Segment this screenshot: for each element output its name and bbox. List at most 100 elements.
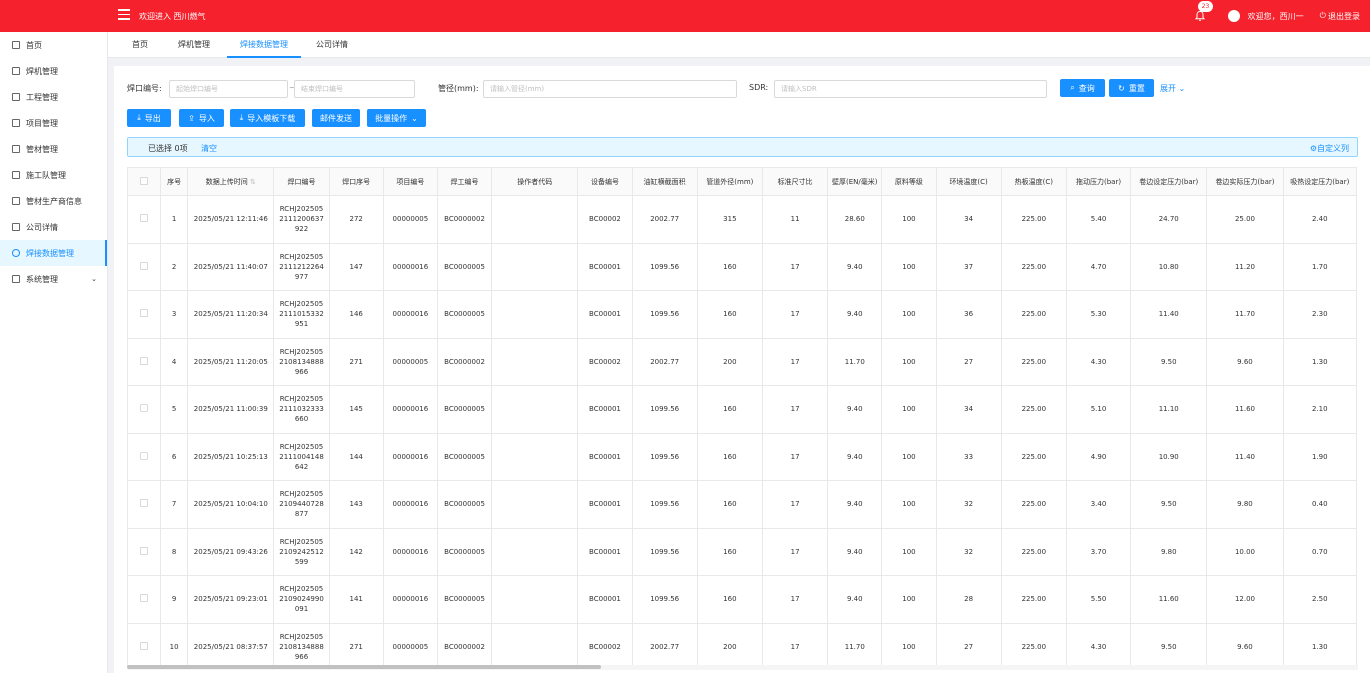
table-cell: 10.00 bbox=[1206, 527, 1284, 576]
table-cell: 146 bbox=[328, 290, 384, 339]
weld-no-end-input[interactable]: 结束焊口编号 bbox=[294, 80, 415, 98]
table-cell: 17 bbox=[761, 242, 829, 291]
table-row[interactable]: 10 2025/05/21 08:37:57 RCHJ202505210813488… bbox=[127, 622, 1358, 665]
table-cell: 27 bbox=[935, 337, 1002, 386]
sidebar-item-teams[interactable]: 施工队管理 bbox=[0, 162, 107, 188]
table-row[interactable]: 6 2025/05/21 10:25:13 RCHJ2025052111004148… bbox=[127, 432, 1358, 481]
notification-bell-icon[interactable]: 23 bbox=[1194, 1, 1214, 22]
table-row[interactable]: 2 2025/05/21 11:40:07 RCHJ2025052111212264… bbox=[127, 242, 1358, 291]
tab-welders[interactable]: 焊机管理 bbox=[178, 32, 210, 58]
table-cell: 11.60 bbox=[1130, 575, 1208, 624]
table-cell: 00000005 bbox=[382, 622, 438, 665]
table-row[interactable]: 7 2025/05/21 10:04:10 RCHJ2025052109440728… bbox=[127, 480, 1358, 529]
table-cell: RCHJ2025052111212264977 bbox=[273, 242, 330, 291]
table-cell: 9 bbox=[160, 575, 189, 624]
sidebar-item-manufacturers[interactable]: 管材生产商信息 bbox=[0, 188, 107, 214]
checkbox[interactable] bbox=[140, 176, 149, 185]
checkbox[interactable] bbox=[140, 499, 149, 508]
welder-icon bbox=[12, 67, 20, 75]
column-header-label: 油缸横截面积 bbox=[643, 177, 686, 186]
sidebar-item-home[interactable]: 首页 bbox=[0, 32, 107, 58]
menu-toggle-icon[interactable] bbox=[118, 9, 130, 21]
table-row[interactable]: 5 2025/05/21 11:00:39 RCHJ2025052111032333… bbox=[127, 385, 1358, 434]
sidebar-item-system[interactable]: 系统管理 ⌄ bbox=[0, 266, 107, 292]
table-cell: 5.30 bbox=[1065, 290, 1132, 339]
checkbox[interactable] bbox=[140, 594, 149, 603]
sidebar-item-weld-data[interactable]: 焊接数据管理 bbox=[0, 240, 107, 266]
query-button[interactable]: ⌕ 查询 bbox=[1060, 79, 1105, 97]
table-cell: BC0000005 bbox=[436, 575, 493, 624]
shield-icon bbox=[12, 197, 20, 205]
checkbox[interactable] bbox=[140, 451, 149, 460]
table-cell: 225.00 bbox=[1000, 575, 1067, 624]
weld-no-start-input[interactable]: 起始焊口编号 bbox=[169, 80, 288, 98]
select-all-checkbox-cell[interactable] bbox=[127, 167, 162, 196]
expand-link[interactable]: 展开 ⌄ bbox=[1160, 83, 1185, 94]
table-cell: 12.00 bbox=[1206, 575, 1284, 624]
table-cell bbox=[491, 242, 579, 291]
logout-button[interactable]: ⏻ 退出登录 bbox=[1320, 11, 1360, 22]
table-cell: 5 bbox=[160, 385, 189, 434]
table-cell bbox=[491, 622, 579, 665]
table-cell: 9.50 bbox=[1130, 622, 1208, 665]
table-row[interactable]: 1 2025/05/21 12:11:46 RCHJ2025052111200637… bbox=[127, 195, 1358, 244]
template-download-button[interactable]: ⤓ 导入模板下载 bbox=[230, 109, 305, 127]
avatar[interactable] bbox=[1227, 10, 1240, 22]
table-row[interactable]: 8 2025/05/21 09:43:26 RCHJ2025052109242512… bbox=[127, 527, 1358, 576]
column-header: 管道外径(mm) bbox=[696, 167, 763, 196]
sidebar-item-pipes[interactable]: 管材管理 bbox=[0, 136, 107, 162]
sidebar-item-welders[interactable]: 焊机管理 bbox=[0, 58, 107, 84]
checkbox[interactable] bbox=[140, 261, 149, 270]
row-checkbox-cell[interactable] bbox=[127, 432, 162, 481]
checkbox[interactable] bbox=[140, 546, 149, 555]
sidebar-item-projects[interactable]: 项目管理 bbox=[0, 110, 107, 136]
custom-columns-link[interactable]: ⚙自定义列 bbox=[1310, 143, 1349, 154]
row-checkbox-cell[interactable] bbox=[127, 337, 162, 386]
tab-weld-data[interactable]: 焊接数据管理 bbox=[227, 32, 301, 58]
clear-selection-link[interactable]: 清空 bbox=[201, 143, 217, 154]
table-cell: BC0000005 bbox=[436, 385, 493, 434]
row-checkbox-cell[interactable] bbox=[127, 622, 162, 665]
table-cell: 34 bbox=[935, 195, 1002, 244]
column-header-label: 焊工编号 bbox=[450, 177, 479, 186]
column-header-label: 拖动压力(bar) bbox=[1075, 177, 1122, 186]
reset-button[interactable]: ↻ 重置 bbox=[1109, 79, 1154, 97]
sdr-input[interactable]: 请输入SDR bbox=[774, 80, 1047, 98]
checkbox[interactable] bbox=[140, 214, 149, 223]
tab-company[interactable]: 公司详情 bbox=[316, 32, 348, 58]
import-button[interactable]: ⇪ 导入 bbox=[179, 109, 224, 127]
checkbox[interactable] bbox=[140, 404, 149, 413]
checkbox[interactable] bbox=[140, 309, 149, 318]
row-checkbox-cell[interactable] bbox=[127, 575, 162, 624]
checkbox[interactable] bbox=[140, 641, 149, 650]
row-checkbox-cell[interactable] bbox=[127, 290, 162, 339]
tab-home[interactable]: 首页 bbox=[132, 32, 148, 58]
row-checkbox-cell[interactable] bbox=[127, 385, 162, 434]
batch-operation-button[interactable]: 批量操作 ⌄ bbox=[367, 109, 426, 127]
checkbox[interactable] bbox=[140, 356, 149, 365]
table-row[interactable]: 4 2025/05/21 11:20:05 RCHJ2025052108134888… bbox=[127, 337, 1358, 386]
sidebar-item-engineering[interactable]: 工程管理 bbox=[0, 84, 107, 110]
sort-icon[interactable]: ⇅ bbox=[248, 178, 256, 186]
column-header[interactable]: 数据上传时间 ⇅ bbox=[187, 167, 275, 196]
export-button[interactable]: ⤓ 导出 bbox=[127, 109, 171, 127]
table-cell: 200 bbox=[696, 622, 763, 665]
table-row[interactable]: 9 2025/05/21 09:23:01 RCHJ2025052109024990… bbox=[127, 575, 1358, 624]
horizontal-scrollbar[interactable] bbox=[127, 665, 1358, 670]
column-header-label: 标准尺寸比 bbox=[777, 177, 813, 186]
email-send-button[interactable]: 邮件发送 bbox=[312, 109, 360, 127]
table-cell: 17 bbox=[761, 575, 829, 624]
row-checkbox-cell[interactable] bbox=[127, 527, 162, 576]
row-checkbox-cell[interactable] bbox=[127, 195, 162, 244]
row-checkbox-cell[interactable] bbox=[127, 480, 162, 529]
diameter-input[interactable]: 请输入管径(mm) bbox=[483, 80, 737, 98]
sidebar-item-company[interactable]: 公司详情 bbox=[0, 214, 107, 240]
table-row[interactable]: 3 2025/05/21 11:20:34 RCHJ2025052111015332… bbox=[127, 290, 1358, 339]
table-cell: 9.60 bbox=[1206, 337, 1284, 386]
row-checkbox-cell[interactable] bbox=[127, 242, 162, 291]
page-tabs: 首页 焊机管理 焊接数据管理 公司详情 bbox=[108, 32, 1370, 58]
scrollbar-thumb[interactable] bbox=[127, 665, 601, 669]
import-label: 导入 bbox=[198, 113, 215, 123]
table-cell: 25.00 bbox=[1206, 195, 1284, 244]
refresh-icon: ↻ bbox=[1118, 83, 1125, 93]
